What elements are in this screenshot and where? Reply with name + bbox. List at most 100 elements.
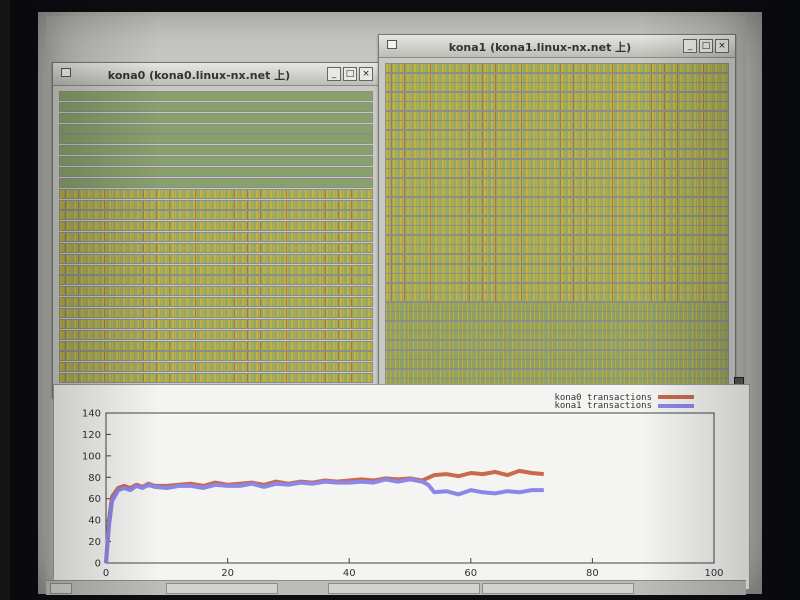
taskbar-item[interactable] (166, 583, 278, 594)
transactions-chart: 020406080100120140 0 20 40 60 80 100 kona0 tr… (82, 393, 724, 579)
series-line-kona0 (104, 468, 544, 564)
load-row (59, 373, 373, 384)
x-tick-label: 80 (586, 568, 599, 579)
load-row (385, 330, 729, 341)
load-row (385, 225, 729, 236)
load-row (385, 110, 729, 121)
load-row (385, 301, 729, 312)
close-button[interactable]: × (359, 67, 373, 81)
x-tick-label: 0 (103, 568, 109, 579)
load-row (59, 362, 373, 373)
load-row (385, 349, 729, 360)
minimize-button[interactable]: _ (683, 39, 697, 53)
kona0-titlebar[interactable]: kona0 (kona0.linux-nx.net 上) _ □ × (53, 63, 379, 86)
load-row (59, 221, 373, 232)
taskbar-item[interactable] (482, 583, 634, 594)
load-row (59, 318, 373, 329)
load-row (59, 253, 373, 264)
load-row (59, 286, 373, 297)
load-row (385, 63, 729, 73)
kona1-load-rows (385, 63, 729, 389)
y-tick-label: 100 (82, 451, 101, 462)
maximize-button[interactable]: □ (343, 67, 357, 81)
kona0-window[interactable]: kona0 (kona0.linux-nx.net 上) _ □ × (52, 62, 380, 398)
taskbar (46, 580, 746, 595)
legend-label-kona1: kona1 transactions (554, 401, 652, 411)
load-row (59, 134, 373, 145)
load-row (385, 206, 729, 217)
load-row (59, 112, 373, 123)
kona0-window-title: kona0 (kona0.linux-nx.net 上) (107, 69, 291, 82)
load-row (385, 263, 729, 274)
y-tick-label: 20 (88, 537, 101, 548)
y-tick-label: 120 (82, 430, 101, 441)
y-tick-label: 40 (88, 516, 101, 527)
load-row (59, 297, 373, 308)
kona1-window[interactable]: kona1 (kona1.linux-nx.net 上) _ □ × (378, 34, 736, 396)
load-row (385, 339, 729, 350)
series-line-kona1 (104, 477, 544, 564)
kona1-titlebar[interactable]: kona1 (kona1.linux-nx.net 上) _ □ × (379, 35, 735, 58)
load-row (59, 91, 373, 101)
load-row (385, 215, 729, 226)
load-row (385, 91, 729, 102)
x-tick-label: 100 (704, 568, 723, 579)
load-row (59, 264, 373, 275)
load-row (385, 311, 729, 322)
load-row (59, 123, 373, 134)
taskbar-item[interactable] (50, 583, 72, 594)
load-row (385, 368, 729, 379)
load-row (385, 273, 729, 284)
window-menu-icon[interactable] (61, 68, 71, 77)
load-row (59, 275, 373, 286)
y-tick-label: 140 (82, 409, 101, 420)
window-menu-icon[interactable] (387, 40, 397, 49)
load-row (385, 244, 729, 255)
load-row (385, 168, 729, 179)
close-button[interactable]: × (715, 39, 729, 53)
load-row (385, 177, 729, 188)
load-row (59, 232, 373, 243)
load-row (59, 101, 373, 112)
load-row (385, 196, 729, 207)
load-row (385, 129, 729, 140)
load-row (59, 166, 373, 177)
load-row (59, 177, 373, 188)
load-row (59, 308, 373, 318)
kona1-window-title: kona1 (kona1.linux-nx.net 上) (448, 41, 632, 54)
load-row (59, 351, 373, 362)
x-tick-label: 60 (464, 568, 477, 579)
load-row (385, 254, 729, 264)
load-row (385, 72, 729, 83)
load-row (385, 158, 729, 169)
minimize-button[interactable]: _ (327, 67, 341, 81)
load-row (385, 139, 729, 150)
load-row (59, 188, 373, 199)
transactions-graph-window: 0 20 40 60 80 100 120 140 0 20 40 60 80 100 kona0 tr… (53, 384, 750, 590)
kona0-load-rows (59, 91, 373, 394)
load-row (59, 329, 373, 340)
load-row (385, 101, 729, 112)
load-row (385, 148, 729, 159)
y-tick-label: 60 (88, 494, 101, 505)
y-tick-label: 0 (95, 559, 101, 570)
load-row (385, 359, 729, 370)
room-wall (0, 0, 10, 600)
load-row (59, 145, 373, 156)
x-tick-label: 40 (343, 568, 356, 579)
x-tick-label: 20 (221, 568, 234, 579)
load-row (385, 120, 729, 131)
load-row (385, 187, 729, 198)
load-row (385, 320, 729, 331)
load-row (385, 234, 729, 245)
load-row (59, 242, 373, 253)
load-row (59, 199, 373, 210)
load-row (59, 340, 373, 351)
maximize-button[interactable]: □ (699, 39, 713, 53)
load-row (59, 156, 373, 167)
load-row (385, 282, 729, 293)
y-tick-label: 80 (88, 473, 101, 484)
load-row (385, 82, 729, 93)
load-row (59, 210, 373, 221)
taskbar-item[interactable] (328, 583, 480, 594)
